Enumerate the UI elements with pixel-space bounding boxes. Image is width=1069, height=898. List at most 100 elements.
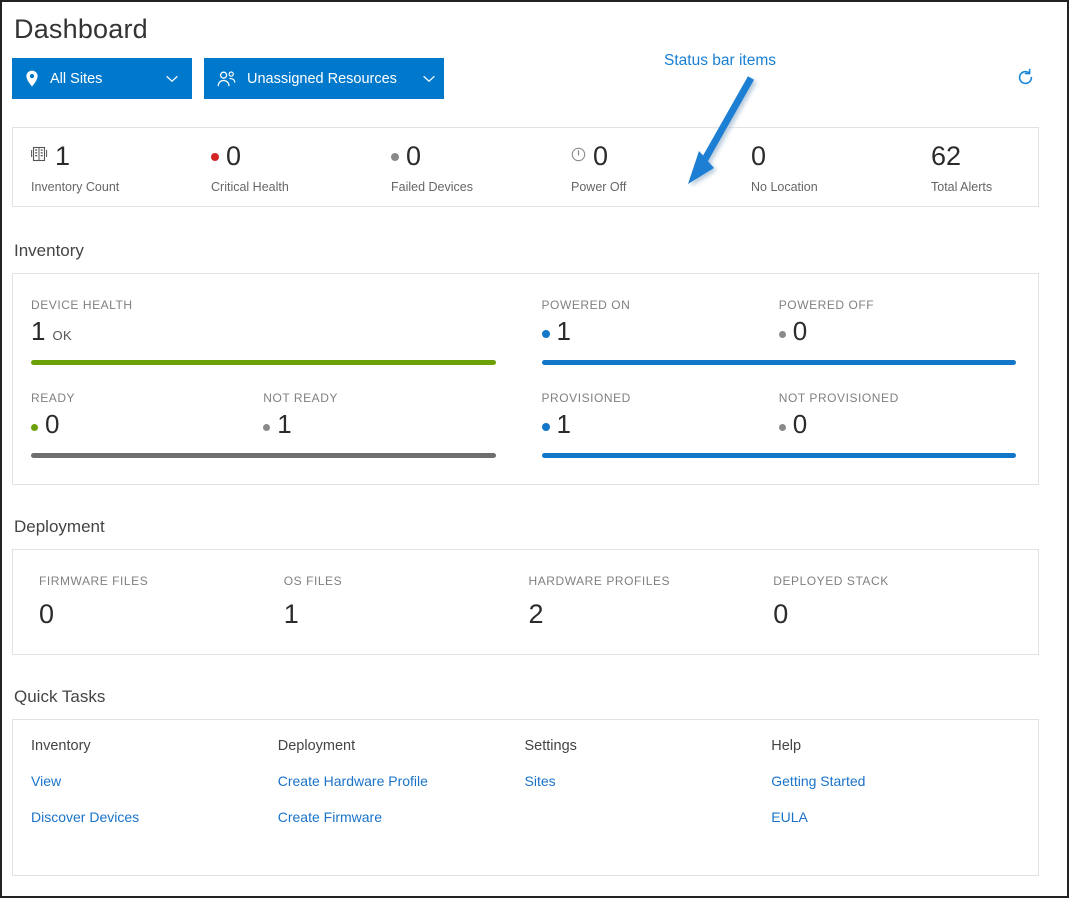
quick-tasks-heading: Inventory (31, 738, 91, 754)
deploy-firmware-files[interactable]: FIRMWARE FILES 0 (39, 574, 284, 628)
metric-label: READY (31, 391, 76, 405)
readiness-group: READY 0 NOT READY 1 (31, 391, 524, 458)
blue-dot-icon (541, 330, 550, 338)
refresh-button[interactable] (1012, 64, 1039, 91)
metric-value: 1 (556, 316, 571, 346)
power-icon (571, 147, 586, 167)
status-value: 0 (593, 141, 609, 171)
quick-tasks-column-settings: Settings Sites (525, 738, 772, 845)
map-pin-icon (25, 70, 39, 87)
metric-suffix: OK (52, 328, 73, 343)
grey-dot-icon (778, 423, 786, 431)
metric-label: DEVICE HEALTH (31, 298, 133, 312)
status-value: 0 (226, 141, 242, 171)
red-dot-icon (211, 152, 219, 161)
status-item-power-off[interactable]: 0 Power Off (571, 141, 751, 194)
deploy-value: 0 (39, 599, 55, 629)
deploy-value: 2 (528, 599, 544, 629)
inventory-row: READY 0 NOT READY 1 PROVISIONED 1 NOT PR… (31, 391, 1016, 458)
quick-link-sites[interactable]: Sites (525, 773, 556, 789)
deploy-deployed-stack[interactable]: DEPLOYED STACK 0 (773, 574, 1018, 628)
metric-label: POWERED ON (541, 298, 631, 312)
status-value: 1 (55, 141, 71, 171)
metric-value: 1 (277, 409, 292, 439)
inventory-row: DEVICE HEALTH 1 OK POWERED ON 1 POWERED … (31, 298, 1016, 365)
quick-link-getting-started[interactable]: Getting Started (771, 773, 865, 789)
quick-link-create-firmware[interactable]: Create Firmware (278, 809, 382, 825)
quick-link-eula[interactable]: EULA (771, 809, 808, 825)
grey-dot-icon (263, 423, 271, 431)
provision-bar (541, 453, 1016, 458)
status-label: Power Off (571, 179, 627, 194)
blue-dot-icon (541, 423, 550, 431)
metric-value: 1 (556, 409, 571, 439)
status-item-failed-devices[interactable]: 0 Failed Devices (391, 141, 571, 194)
dashboard-page: Dashboard All Sites Unassigned Resources… (0, 0, 1069, 898)
metric-provisioned[interactable]: PROVISIONED 1 (541, 391, 779, 443)
metric-value: 0 (792, 316, 808, 346)
refresh-icon (1016, 68, 1035, 90)
metric-label: NOT PROVISIONED (778, 391, 899, 405)
toolbar: All Sites Unassigned Resources (12, 58, 1039, 99)
deployment-section-title: Deployment (14, 517, 105, 536)
deploy-label: FIRMWARE FILES (39, 574, 149, 588)
status-item-total-alerts[interactable]: 62 Total Alerts (931, 141, 1067, 194)
metric-not-provisioned[interactable]: NOT PROVISIONED 0 (778, 391, 1016, 443)
resource-filter-dropdown[interactable]: Unassigned Resources (204, 58, 444, 99)
device-health-group: DEVICE HEALTH 1 OK (31, 298, 524, 365)
provision-group: PROVISIONED 1 NOT PROVISIONED 0 (524, 391, 1016, 458)
quick-link-create-hardware-profile[interactable]: Create Hardware Profile (278, 773, 428, 789)
status-item-no-location[interactable]: 0 No Location (751, 141, 931, 194)
status-item-inventory-count[interactable]: 1 Inventory Count (31, 141, 211, 194)
deploy-label: HARDWARE PROFILES (528, 574, 671, 588)
status-label: Inventory Count (31, 179, 120, 194)
quick-tasks-column-help: Help Getting Started EULA (771, 738, 1018, 845)
quick-tasks-heading: Help (771, 738, 802, 754)
status-value: 0 (406, 141, 422, 171)
quick-link-view[interactable]: View (31, 773, 61, 789)
quick-tasks-heading: Settings (524, 738, 577, 754)
metric-powered-on[interactable]: POWERED ON 1 (541, 298, 779, 350)
green-dot-icon (31, 423, 38, 431)
status-value: 62 (931, 141, 962, 171)
quick-tasks-card: Inventory View Discover Devices Deployme… (12, 719, 1039, 876)
metric-value: 0 (45, 409, 60, 439)
page-title: Dashboard (14, 14, 148, 44)
metric-powered-off[interactable]: POWERED OFF 0 (778, 298, 1016, 350)
status-label: Failed Devices (391, 179, 473, 194)
inventory-card: DEVICE HEALTH 1 OK POWERED ON 1 POWERED … (12, 273, 1039, 485)
metric-value: 1 (31, 316, 46, 346)
status-item-critical-health[interactable]: 0 Critical Health (211, 141, 391, 194)
inventory-section-title: Inventory (14, 241, 84, 260)
deploy-hardware-profiles[interactable]: HARDWARE PROFILES 2 (529, 574, 774, 628)
quick-tasks-column-deployment: Deployment Create Hardware Profile Creat… (278, 738, 525, 845)
status-bar: 1 Inventory Count 0 Critical Health 0 Fa… (12, 127, 1039, 207)
grey-dot-icon (778, 330, 786, 338)
annotation-label: Status bar items (664, 52, 776, 69)
deployment-card: FIRMWARE FILES 0 OS FILES 1 HARDWARE PRO… (12, 549, 1039, 655)
resource-filter-label: Unassigned Resources (247, 70, 397, 87)
metric-label: POWERED OFF (778, 298, 875, 312)
deploy-os-files[interactable]: OS FILES 1 (284, 574, 529, 628)
site-filter-dropdown[interactable]: All Sites (12, 58, 192, 99)
quick-tasks-section-title: Quick Tasks (14, 687, 106, 706)
quick-tasks-column-inventory: Inventory View Discover Devices (31, 738, 278, 845)
users-icon (217, 70, 236, 87)
deploy-label: OS FILES (283, 574, 343, 588)
metric-ready[interactable]: READY 0 (31, 391, 263, 443)
metric-label: PROVISIONED (541, 391, 631, 405)
metric-label: NOT READY (263, 391, 338, 405)
metric-not-ready[interactable]: NOT READY 1 (263, 391, 495, 443)
deploy-label: DEPLOYED STACK (773, 574, 889, 588)
quick-link-discover-devices[interactable]: Discover Devices (31, 809, 139, 825)
quick-tasks-heading: Deployment (277, 738, 356, 754)
status-label: No Location (751, 179, 818, 194)
metric-device-health[interactable]: DEVICE HEALTH 1 OK (31, 298, 263, 350)
server-rack-icon (31, 145, 48, 168)
chevron-down-icon (423, 75, 435, 83)
readiness-bar (31, 453, 496, 458)
deploy-value: 1 (283, 599, 299, 629)
power-state-group: POWERED ON 1 POWERED OFF 0 (524, 298, 1016, 365)
device-health-bar (31, 360, 496, 365)
chevron-down-icon (166, 75, 178, 83)
